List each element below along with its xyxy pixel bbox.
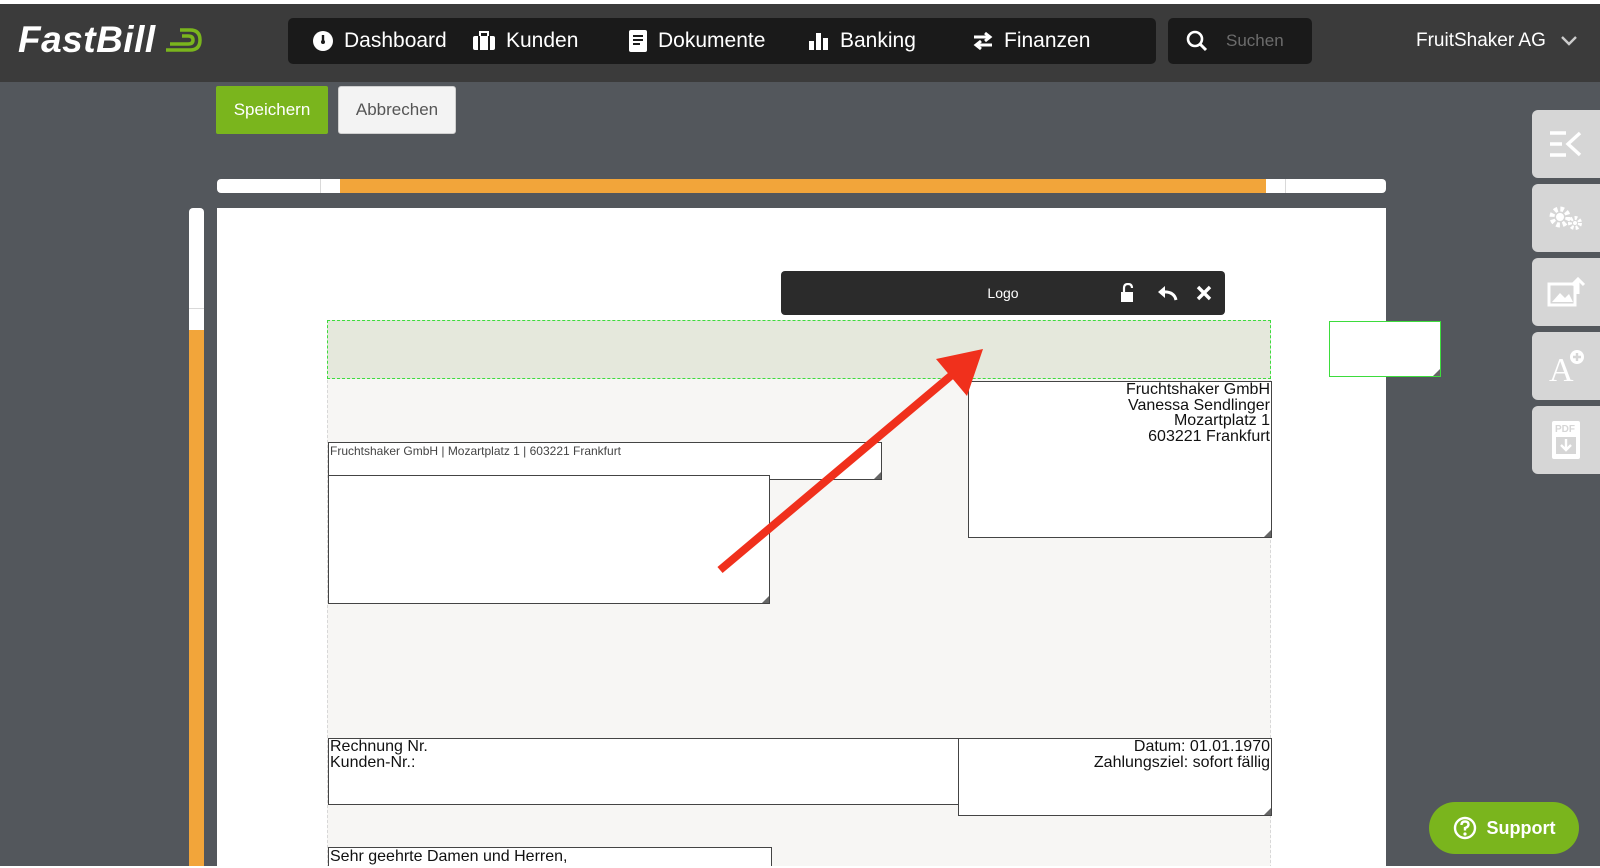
logo-placeholder[interactable] xyxy=(1329,321,1441,377)
customer-number-label: Kunden-Nr.: xyxy=(330,753,416,771)
search-icon[interactable] xyxy=(1186,30,1208,52)
document-icon xyxy=(628,29,648,53)
ruler-margin-marker xyxy=(189,308,204,309)
fastbill-logo[interactable]: FastBill xyxy=(18,18,204,62)
ruler-margin-marker xyxy=(320,179,321,193)
nav-kunden[interactable]: Kunden xyxy=(472,18,628,64)
brand-mark-icon xyxy=(165,28,202,52)
ruler-content-range xyxy=(340,179,1266,193)
brand-name: FastBill xyxy=(18,19,156,60)
date-info-box[interactable]: Datum: 01.01.1970 Zahlungsziel: sofort f… xyxy=(958,738,1272,816)
ruler-margin-marker xyxy=(1285,179,1286,193)
pdf-download-icon: PDF xyxy=(1552,421,1580,459)
nav-label-banking: Banking xyxy=(840,29,916,52)
svg-text:PDF: PDF xyxy=(1555,424,1575,435)
support-label: Support xyxy=(1486,817,1556,838)
search-box xyxy=(1168,18,1312,64)
pdf-download-button[interactable]: PDF xyxy=(1532,406,1600,474)
nav-dashboard[interactable]: Dashboard xyxy=(312,18,472,64)
image-upload-button[interactable] xyxy=(1532,258,1600,326)
date-label: Datum: 01.01.1970 xyxy=(1133,738,1270,755)
nav-label-dashboard: Dashboard xyxy=(344,29,447,52)
top-navigation-bar: FastBill Dashboard Kunden Dokumente Bank… xyxy=(0,0,1600,82)
resize-handle[interactable] xyxy=(874,472,881,479)
nav-dokumente[interactable]: Dokumente xyxy=(628,18,808,64)
settings-button[interactable] xyxy=(1532,184,1600,252)
logo-area-selected[interactable] xyxy=(327,320,1271,379)
greeting-box[interactable]: Sehr geehrte Damen und Herren, xyxy=(328,847,772,868)
undo-icon[interactable] xyxy=(1156,282,1178,304)
add-text-icon: A xyxy=(1549,350,1584,384)
nav-finanzen[interactable]: Finanzen xyxy=(972,18,1122,64)
save-button[interactable]: Speichern xyxy=(216,86,328,134)
payment-terms-label: Zahlungsziel: sofort fällig xyxy=(1093,753,1270,771)
top-edge xyxy=(0,0,1600,4)
settings-gears-icon xyxy=(1549,206,1582,230)
invoice-info-box[interactable]: Rechnung Nr. Kunden-Nr.: xyxy=(328,738,960,805)
ruler-content-range xyxy=(189,330,204,868)
help-circle-icon xyxy=(1453,816,1477,840)
recipient-line: Mozartplatz 1 xyxy=(1173,412,1270,429)
recipient-line: Fruchtshaker GmbH xyxy=(1125,381,1270,398)
resize-handle[interactable] xyxy=(1264,808,1271,815)
resize-handle[interactable] xyxy=(1264,530,1271,537)
bar-chart-icon xyxy=(808,31,830,51)
recipient-line: Vanessa Sendlinger xyxy=(1127,396,1270,414)
briefcase-icon xyxy=(472,31,496,51)
transfer-arrows-icon xyxy=(972,30,994,52)
recipient-address-box[interactable]: Fruchtshaker GmbH Vanessa Sendlinger Moz… xyxy=(968,381,1272,538)
nav-label-finanzen: Finanzen xyxy=(1004,29,1091,52)
nav-banking[interactable]: Banking xyxy=(808,18,972,64)
chevron-down-icon xyxy=(1560,35,1578,47)
recipient-line: 603221 Frankfurt xyxy=(1148,427,1270,445)
greeting-text: Sehr geehrte Damen und Herren, xyxy=(330,848,568,865)
unlock-icon[interactable] xyxy=(1117,282,1139,304)
sender-line: Fruchtshaker GmbH | Mozartplatz 1 | 6032… xyxy=(330,444,622,458)
account-menu[interactable]: FruitShaker AG xyxy=(1416,28,1578,54)
nav-label-dokumente: Dokumente xyxy=(658,29,766,52)
collapse-panel-button[interactable] xyxy=(1532,110,1600,178)
close-icon[interactable] xyxy=(1193,282,1215,304)
resize-handle[interactable] xyxy=(762,596,769,603)
address-window-box[interactable] xyxy=(328,475,770,604)
horizontal-ruler[interactable] xyxy=(217,179,1386,193)
resize-handle[interactable] xyxy=(1433,369,1440,376)
search-input[interactable] xyxy=(1226,31,1306,51)
add-text-button[interactable]: A xyxy=(1532,332,1600,400)
image-upload-icon xyxy=(1547,276,1585,307)
element-toolbar: Logo xyxy=(781,271,1225,315)
vertical-ruler[interactable] xyxy=(189,208,204,868)
support-button[interactable]: Support xyxy=(1429,802,1579,854)
account-name: FruitShaker AG xyxy=(1416,30,1546,51)
invoice-number-label: Rechnung Nr. xyxy=(330,738,428,755)
cancel-button[interactable]: Abbrechen xyxy=(338,86,456,134)
collapse-panel-icon xyxy=(1550,131,1582,157)
main-nav: Dashboard Kunden Dokumente Banking Finan… xyxy=(288,18,1156,64)
dashboard-icon xyxy=(312,30,334,52)
nav-label-kunden: Kunden xyxy=(506,29,579,52)
